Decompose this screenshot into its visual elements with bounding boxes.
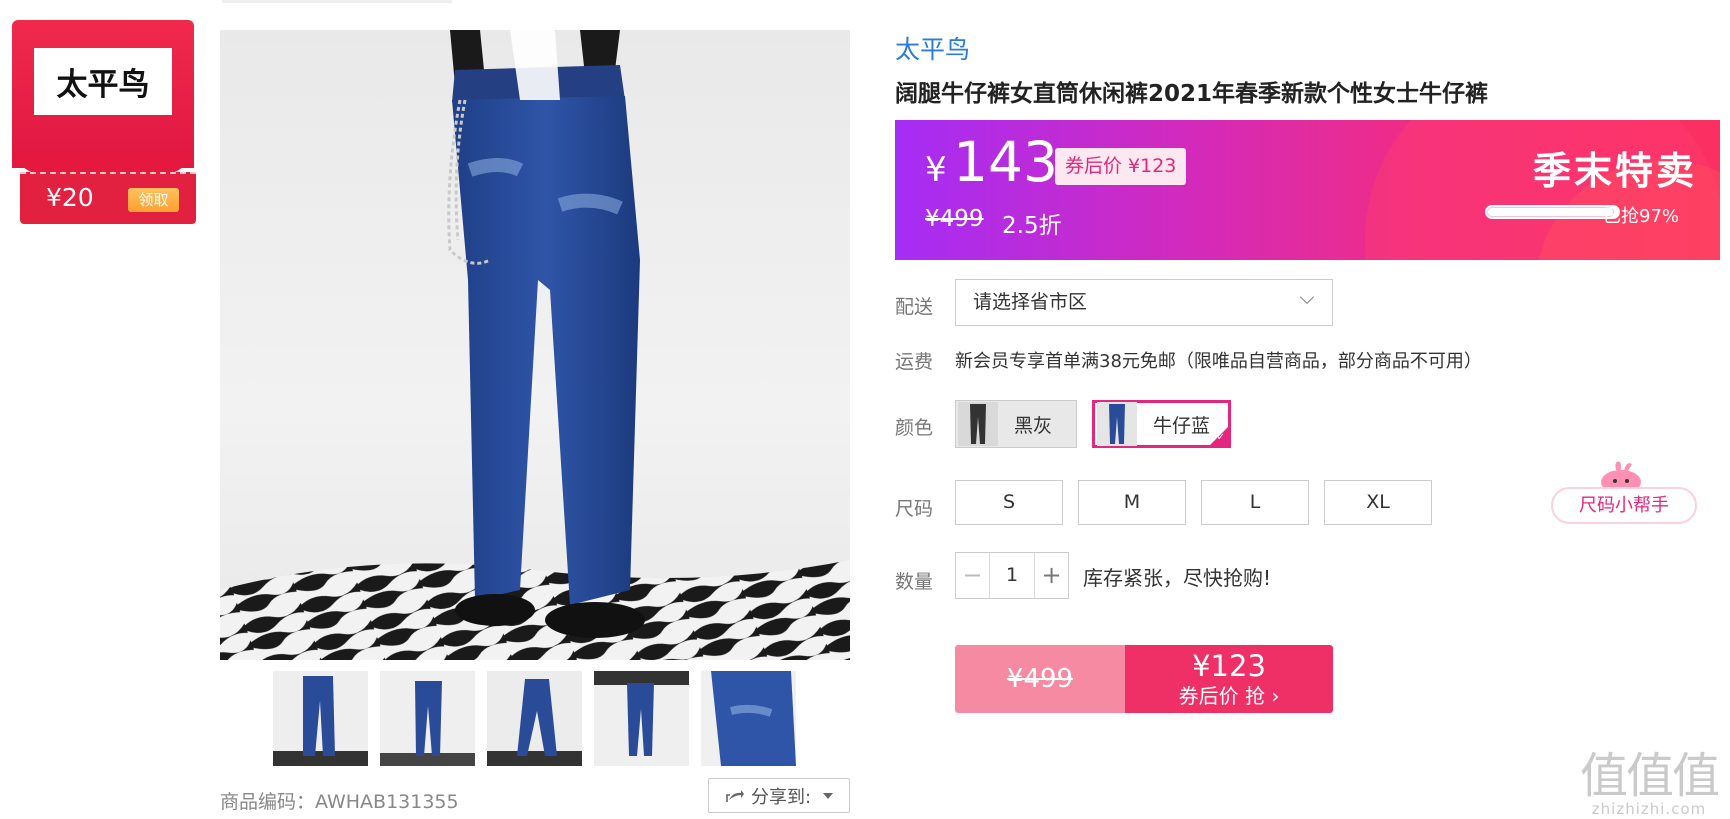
main-product-image[interactable] <box>220 30 850 660</box>
fee-description: 新会员专享首单满38元免邮（限唯品自营商品，部分商品不可用） <box>955 351 1482 372</box>
size-label: 尺码 <box>895 498 934 520</box>
original-price: ¥499 <box>925 206 984 232</box>
currency-symbol: ¥ <box>925 150 947 190</box>
share-button[interactable]: 分享到: <box>708 778 850 813</box>
buy-price: ¥123 <box>1192 649 1266 683</box>
thumbnail-4[interactable] <box>594 671 689 766</box>
watermark: 值值值 zhizhizhi.com <box>1580 736 1720 818</box>
size-option-xl[interactable]: XL <box>1324 480 1432 525</box>
chevron-down-icon <box>823 792 834 799</box>
brand-coupon: ¥20 领取 <box>20 172 196 224</box>
thumbnail-5[interactable] <box>701 671 796 766</box>
region-select[interactable]: 请选择省市区 <box>955 279 1333 326</box>
product-sku: 商品编码：AWHAB131355 <box>220 791 459 813</box>
color-option-denim-blue[interactable]: 牛仔蓝 ✓ <box>1092 400 1231 448</box>
sold-percent: 已抢97% <box>1603 206 1680 227</box>
sold-progress-bar <box>1485 205 1620 219</box>
color-label: 颜色 <box>895 417 934 439</box>
share-label: 分享到: <box>750 786 812 808</box>
buy-cta-label: 券后价 抢 › <box>1178 684 1280 708</box>
brand-logo[interactable]: 太平鸟 <box>34 48 172 115</box>
watermark-url: zhizhizhi.com <box>1591 800 1707 818</box>
product-title: 阔腿牛仔裤女直筒休闲裤2021年春季新款个性女士牛仔裤 <box>895 81 1489 107</box>
brand-link[interactable]: 太平鸟 <box>895 30 970 66</box>
buy-button[interactable]: ¥499 ¥123 券后价 抢 › <box>955 645 1333 713</box>
size-option-l[interactable]: L <box>1201 480 1309 525</box>
top-divider <box>222 0 452 3</box>
coupon-amount: ¥20 <box>46 183 94 212</box>
color-option-label: 牛仔蓝 <box>1153 414 1211 437</box>
thumbnail-3[interactable] <box>487 671 582 766</box>
promo-title: 季末特卖 <box>1533 149 1698 193</box>
thumbnail-1[interactable] <box>273 671 368 766</box>
size-option-m[interactable]: M <box>1078 480 1186 525</box>
quantity-stepper: − 1 + <box>955 552 1069 599</box>
region-select-value: 请选择省市区 <box>973 291 1088 313</box>
coupon-price-badge: 券后价 ¥123 <box>1055 148 1187 185</box>
check-icon: ✓ <box>1216 432 1225 443</box>
brand-coupon-card: 太平鸟 ¥20 领取 <box>12 20 196 225</box>
buy-original-price: ¥499 <box>955 645 1125 713</box>
quantity-decrease-button[interactable]: − <box>956 553 990 598</box>
price-banner: ¥ 143 券后价 ¥123 ¥499 2.5折 季末特卖 已抢97% <box>895 120 1720 260</box>
share-icon <box>726 789 744 802</box>
fee-label: 运费 <box>895 351 934 373</box>
stock-warning: 库存紧张，尽快抢购! <box>1083 566 1272 590</box>
thumbnail-strip <box>273 671 796 766</box>
color-option-label: 黑灰 <box>1014 414 1053 437</box>
thumbnail-2[interactable] <box>380 671 475 766</box>
color-swatch-image <box>958 402 998 446</box>
sold-progress-fill <box>1487 207 1615 217</box>
watermark-logo: 值值值 <box>1580 748 1720 804</box>
quantity-increase-button[interactable]: + <box>1034 553 1068 598</box>
quantity-input[interactable]: 1 <box>990 553 1034 598</box>
color-swatch-image <box>1097 402 1137 446</box>
buy-now-button[interactable]: ¥123 券后价 抢 › <box>1125 645 1333 713</box>
color-option-black-grey[interactable]: 黑灰 <box>955 400 1077 448</box>
jeans-photo <box>220 30 850 660</box>
quantity-label: 数量 <box>895 571 934 593</box>
discount-rate: 2.5折 <box>1002 213 1062 239</box>
current-price: 143 <box>953 130 1058 194</box>
size-helper-button[interactable]: 尺码小帮手 <box>1551 487 1697 524</box>
chevron-down-icon <box>1299 289 1315 305</box>
shipping-label: 配送 <box>895 296 934 318</box>
size-option-s[interactable]: S <box>955 480 1063 525</box>
claim-coupon-button[interactable]: 领取 <box>128 188 179 212</box>
